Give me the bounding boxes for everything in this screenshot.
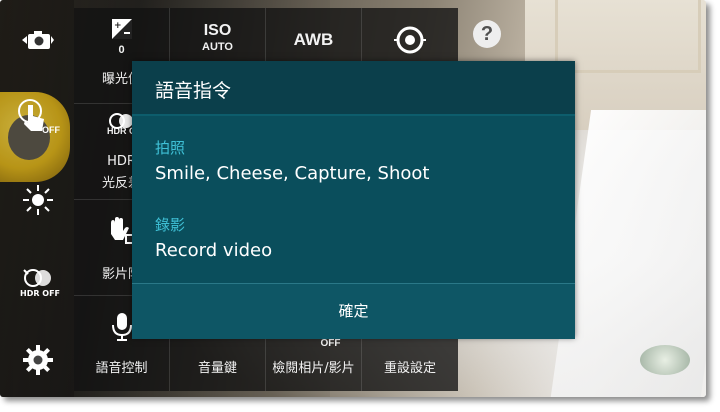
dialog-title-bar: 語音指令 [132, 61, 575, 114]
video-commands: Record video [155, 240, 273, 261]
quick-settings-strip: OFF HDR OFF [0, 0, 74, 397]
exposure-icon: + [74, 18, 169, 40]
preview-bottle-cap [640, 345, 690, 375]
dialog-title: 語音指令 [155, 80, 232, 102]
touch-off-badge: OFF [42, 125, 60, 135]
camera-switch-icon[interactable] [12, 18, 64, 62]
preview-frame [555, 0, 701, 73]
dialog-footer: 確定 [132, 283, 575, 339]
dialog-divider [132, 114, 575, 116]
review-off-badge: OFF [320, 338, 341, 349]
hdr-off-badge: HDR OFF [20, 289, 61, 298]
svg-text:+: + [114, 21, 122, 31]
ok-button[interactable]: 確定 [132, 284, 575, 339]
review-label: 檢閱相片/影片 [272, 361, 355, 376]
reset-label: 重設設定 [383, 361, 436, 376]
photo-commands: Smile, Cheese, Capture, Shoot [155, 163, 430, 184]
voice-control-label: 語音控制 [95, 361, 148, 376]
exposure-value: 0 [118, 44, 125, 56]
video-heading: 錄影 [155, 216, 186, 234]
metering-icon [362, 24, 458, 56]
iso-label: ISO [203, 22, 232, 39]
voice-command-dialog: 語音指令 拍照 Smile, Cheese, Capture, Shoot 錄影… [132, 61, 575, 339]
touch-shutter-off-icon[interactable]: OFF [12, 95, 64, 139]
awb-label: AWB [293, 30, 334, 49]
volume-key-label: 音量鍵 [197, 361, 237, 376]
settings-gear-icon[interactable] [12, 338, 64, 382]
iso-value: AUTO [202, 41, 233, 53]
camera-screen: OFF HDR OFF + 0 曝光值 ISO AUTO AWB HDR O H… [0, 0, 706, 397]
photo-heading: 拍照 [155, 139, 186, 157]
help-icon[interactable]: ? [473, 20, 501, 48]
flash-icon[interactable] [12, 178, 64, 222]
